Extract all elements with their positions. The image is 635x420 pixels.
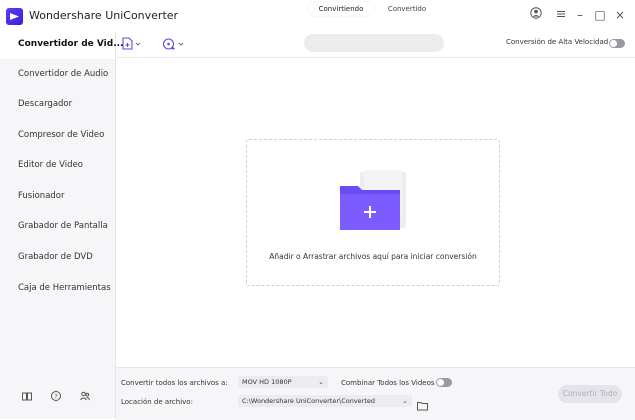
folder-icon[interactable] bbox=[417, 396, 428, 411]
app-logo-icon bbox=[6, 8, 23, 25]
output-format-value: MOV HD 1080P bbox=[242, 378, 292, 386]
output-format-select[interactable]: MOV HD 1080P ⌄ bbox=[238, 376, 328, 388]
convert-all-label: Convertir todos los archivos a: bbox=[121, 379, 228, 387]
dvd-load-icon[interactable] bbox=[162, 37, 188, 51]
user-circle-icon[interactable] bbox=[528, 7, 544, 23]
svg-text:?: ? bbox=[54, 392, 57, 400]
output-path-value: C:\Wondershare UniConverter\Converted bbox=[242, 397, 376, 405]
add-file-icon[interactable] bbox=[121, 37, 145, 51]
minimize-button[interactable]: – bbox=[572, 7, 588, 23]
merge-label: Combinar Todos los Videos bbox=[341, 379, 435, 387]
chevron-down-icon: ⌄ bbox=[402, 397, 408, 405]
tab-converting[interactable]: Convirtiendo bbox=[308, 2, 374, 16]
tab-converted[interactable]: Convertido bbox=[376, 2, 438, 16]
location-label: Locación de archivo: bbox=[121, 398, 193, 406]
high-speed-label: Conversión de Alta Velocidad bbox=[506, 38, 609, 46]
book-icon[interactable] bbox=[21, 390, 33, 402]
convert-all-button[interactable]: Convertir Todo bbox=[558, 385, 622, 403]
sidebar-item-audio-converter[interactable]: Convertidor de Audio bbox=[0, 59, 115, 89]
maximize-button[interactable]: □ bbox=[592, 7, 608, 23]
sidebar-item-compressor[interactable]: Compresor de Video bbox=[0, 120, 115, 150]
chevron-down-icon: ⌄ bbox=[318, 378, 324, 386]
merge-toggle[interactable] bbox=[436, 378, 452, 387]
close-button[interactable]: × bbox=[612, 7, 628, 23]
account-icon[interactable] bbox=[79, 390, 91, 402]
status-tabs bbox=[304, 34, 444, 52]
sidebar-item-merger[interactable]: Fusionador bbox=[0, 181, 115, 211]
sidebar-item-screen-recorder[interactable]: Grabador de Pantalla bbox=[0, 211, 115, 241]
sidebar-item-editor[interactable]: Editor de Video bbox=[0, 150, 115, 180]
sidebar-item-downloader[interactable]: Descargador bbox=[0, 89, 115, 119]
high-speed-toggle[interactable] bbox=[609, 39, 625, 48]
sidebar-item-video-converter[interactable]: Convertidor de Vid... bbox=[0, 29, 123, 59]
drop-instructions: Añadir o Arrastrar archivos aquí para in… bbox=[269, 252, 477, 261]
sidebar-item-dvd-burner[interactable]: Grabador de DVD bbox=[0, 242, 115, 272]
toggle-knob bbox=[437, 379, 444, 386]
add-folder-icon[interactable] bbox=[340, 170, 406, 232]
hamburger-icon[interactable] bbox=[553, 7, 569, 23]
help-icon[interactable]: ? bbox=[50, 390, 62, 402]
toggle-knob bbox=[610, 40, 617, 47]
app-title: Wondershare UniConverter bbox=[29, 9, 179, 22]
output-path-select[interactable]: C:\Wondershare UniConverter\Converted ⌄ bbox=[238, 395, 412, 407]
sidebar-item-toolbox[interactable]: Caja de Herramientas bbox=[0, 273, 115, 303]
